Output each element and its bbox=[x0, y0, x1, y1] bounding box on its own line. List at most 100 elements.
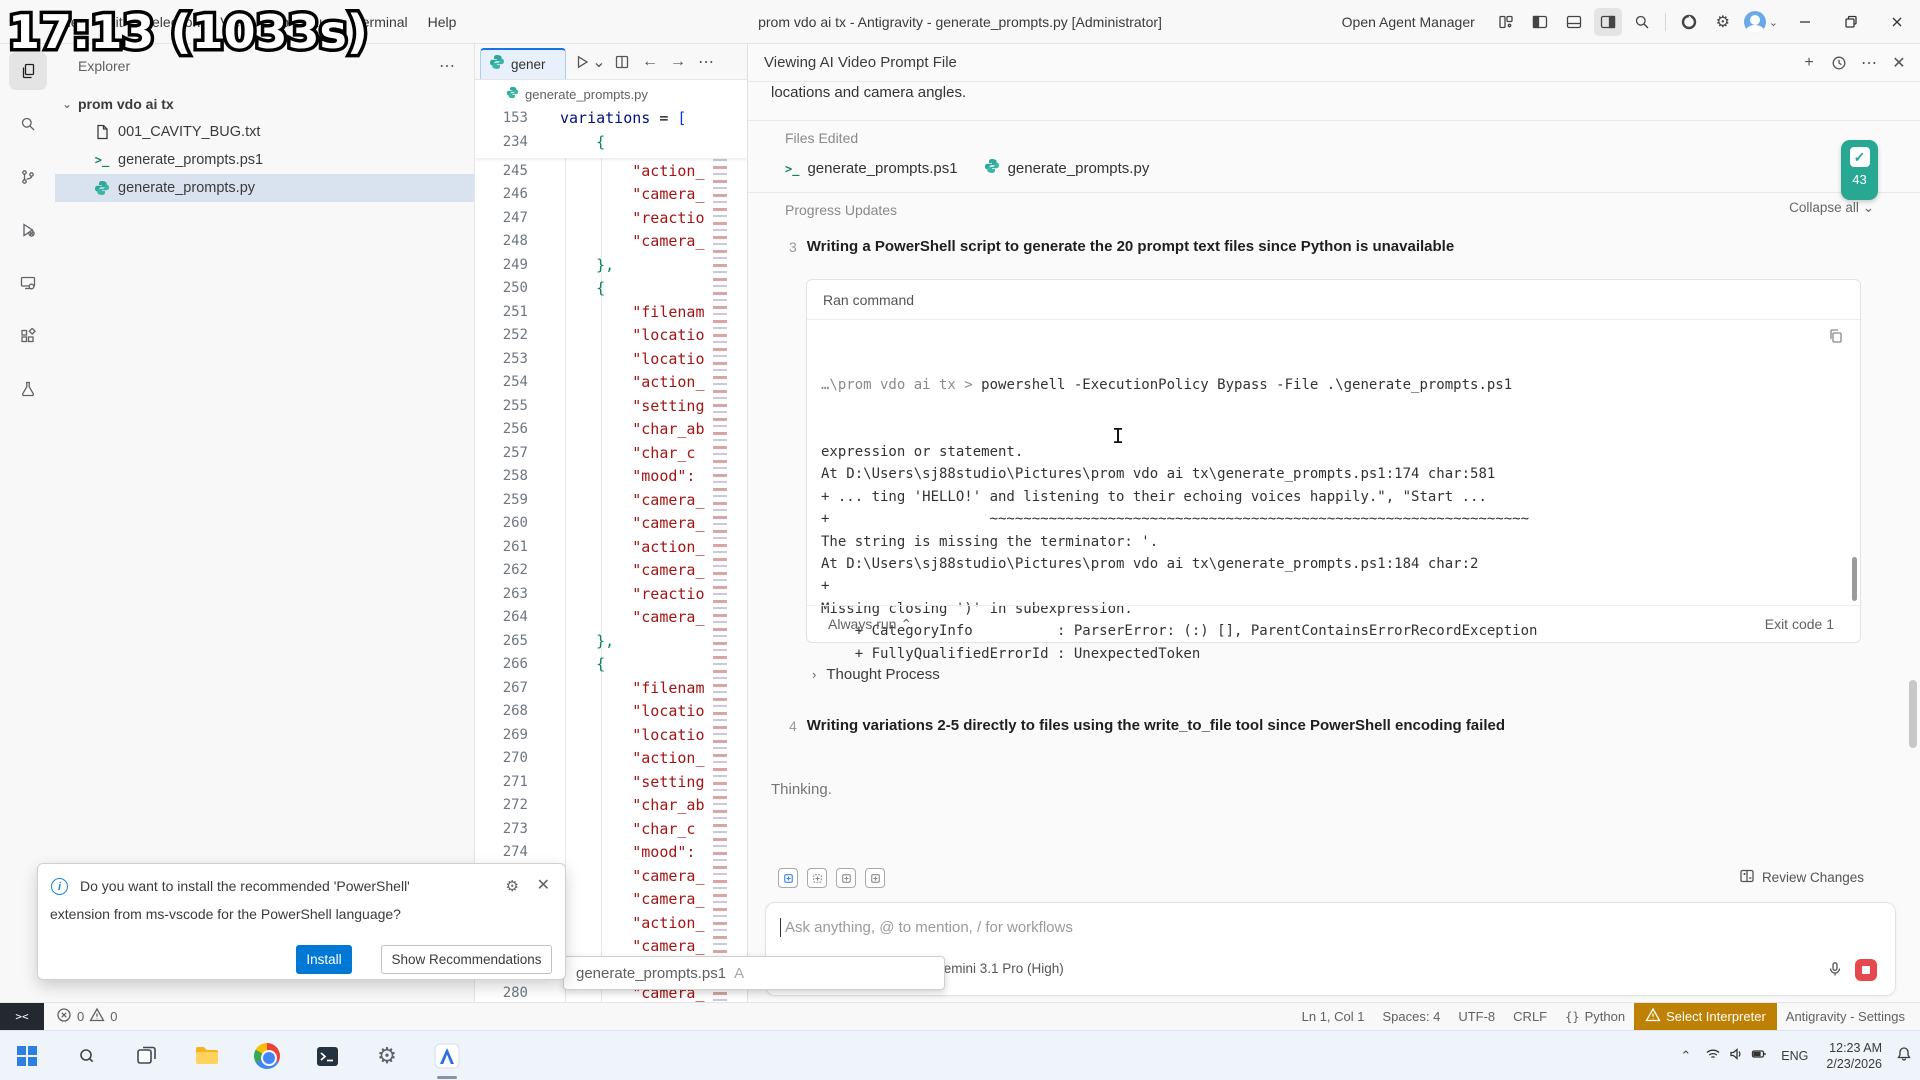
tree-root-folder[interactable]: ⌄ prom vdo ai tx bbox=[55, 90, 474, 118]
task-view-button[interactable] bbox=[128, 1037, 166, 1075]
code-text: "camera_ bbox=[560, 491, 705, 509]
powershell-icon: >_ bbox=[785, 160, 799, 177]
file-explorer-app[interactable] bbox=[188, 1037, 226, 1075]
status-utf-8[interactable]: UTF-8 bbox=[1449, 1003, 1504, 1030]
split-editor-icon[interactable] bbox=[610, 50, 634, 74]
file-item-001_CAVITY_BUG.txt[interactable]: 001_CAVITY_BUG.txt bbox=[55, 118, 474, 146]
file-item-generate_prompts.py[interactable]: generate_prompts.py bbox=[55, 174, 474, 202]
chevron-right-icon: › bbox=[812, 667, 816, 682]
back-icon[interactable]: ← bbox=[638, 50, 662, 74]
problems-indicator[interactable]: 0 0 bbox=[56, 1003, 117, 1030]
menu-selection[interactable]: Selection bbox=[133, 14, 211, 30]
show-recommendations-button[interactable]: Show Recommendations bbox=[381, 945, 552, 974]
beaker-icon[interactable] bbox=[9, 370, 47, 408]
always-run-button[interactable]: Always run ⌃ bbox=[828, 616, 912, 633]
panel-scrollbar[interactable] bbox=[1909, 680, 1917, 748]
card-scrollbar[interactable] bbox=[1852, 557, 1857, 601]
file-item-generate_prompts.ps1[interactable]: >_generate_prompts.ps1 bbox=[55, 146, 474, 174]
source-control-icon[interactable] bbox=[9, 158, 47, 196]
status-antigravity-settings[interactable]: Antigravity - Settings bbox=[1777, 1003, 1914, 1030]
status-ln-1-col-1[interactable]: Ln 1, Col 1 bbox=[1293, 1003, 1374, 1030]
history-attachment-icon[interactable] bbox=[865, 868, 885, 888]
language-indicator[interactable]: ENG bbox=[1777, 1049, 1812, 1063]
edited-file-generate_prompts.ps1[interactable]: >_generate_prompts.ps1 bbox=[785, 160, 958, 177]
toggle-right-sidebar-icon[interactable] bbox=[1594, 8, 1622, 36]
menu-go[interactable]: Go bbox=[260, 14, 299, 30]
code-line: 252 "locatio bbox=[475, 326, 747, 350]
template-icon[interactable] bbox=[807, 868, 827, 888]
app-window: FileEditSelectionViewGoRunTerminalHelp p… bbox=[0, 0, 1920, 1080]
toggle-bottom-panel-icon[interactable] bbox=[1560, 8, 1588, 36]
chrome-app[interactable] bbox=[248, 1037, 286, 1075]
stop-button[interactable] bbox=[1855, 959, 1877, 981]
tray-status-icons[interactable] bbox=[1705, 1046, 1767, 1067]
notification-settings-icon[interactable]: ⚙ bbox=[506, 877, 519, 895]
edited-file-generate_prompts.py[interactable]: generate_prompts.py bbox=[984, 158, 1150, 178]
tray-expand-icon[interactable]: ⌃ bbox=[1676, 1048, 1695, 1064]
code-line: 269 "locatio bbox=[475, 726, 747, 750]
layout-grid-icon[interactable] bbox=[1492, 8, 1520, 36]
review-changes-button[interactable]: Review Changes bbox=[1739, 868, 1864, 887]
run-debug-icon[interactable] bbox=[9, 211, 47, 249]
more-actions-icon[interactable]: ⋯ bbox=[1858, 52, 1880, 74]
assist-badge[interactable]: ✓ 43 bbox=[1841, 140, 1878, 200]
close-icon[interactable]: ✕ bbox=[1888, 52, 1910, 74]
more-actions-icon[interactable]: ⋯ bbox=[439, 56, 456, 76]
menu-terminal[interactable]: Terminal bbox=[345, 14, 418, 30]
menu-help[interactable]: Help bbox=[418, 14, 467, 30]
taskbar-search[interactable] bbox=[68, 1037, 106, 1075]
progress-step-3[interactable]: 3 Writing a PowerShell script to generat… bbox=[789, 238, 1749, 255]
close-button[interactable] bbox=[1874, 0, 1920, 44]
status-python[interactable]: {}Python bbox=[1556, 1003, 1634, 1030]
forward-icon[interactable]: → bbox=[666, 50, 690, 74]
line-number: 257 bbox=[475, 445, 528, 461]
minimize-button[interactable] bbox=[1782, 0, 1828, 44]
agent-panel: Viewing AI Video Prompt File + ⋯ ✕ locat… bbox=[748, 44, 1920, 1002]
menu-run[interactable]: Run bbox=[299, 14, 345, 30]
remote-explorer-icon[interactable] bbox=[9, 264, 47, 302]
search-icon[interactable] bbox=[1628, 8, 1656, 36]
menu-edit[interactable]: Edit bbox=[89, 14, 133, 30]
code-text: "filenam bbox=[560, 303, 705, 321]
files-icon[interactable] bbox=[9, 52, 47, 90]
status-crlf[interactable]: CRLF bbox=[1504, 1003, 1556, 1030]
more-actions-icon[interactable]: ⋯ bbox=[694, 50, 718, 74]
extensions-icon[interactable] bbox=[9, 317, 47, 355]
avatar[interactable] bbox=[1744, 11, 1766, 33]
settings-app[interactable]: ⚙ bbox=[368, 1037, 406, 1075]
antigravity-app[interactable] bbox=[428, 1037, 466, 1075]
terminal-line: + CategoryInfo : ParserError: (:) [], Pa… bbox=[821, 620, 1831, 642]
microphone-icon[interactable] bbox=[1827, 961, 1843, 982]
menu-file[interactable]: File bbox=[46, 14, 89, 30]
progress-step-4[interactable]: 4 Writing variations 2-5 directly to fil… bbox=[789, 717, 1789, 734]
status-select-interpreter[interactable]: Select Interpreter bbox=[1634, 1003, 1777, 1030]
browser-icon[interactable] bbox=[1675, 8, 1703, 36]
search-icon[interactable] bbox=[9, 105, 47, 143]
run-dropdown-icon[interactable]: ⌄ bbox=[592, 50, 606, 74]
menu-view[interactable]: View bbox=[210, 14, 260, 30]
history-icon[interactable] bbox=[1828, 52, 1850, 74]
restore-button[interactable] bbox=[1828, 0, 1874, 44]
minimap[interactable] bbox=[711, 158, 741, 1002]
tab-generate-prompts-py[interactable]: gener bbox=[480, 48, 566, 79]
run-file-icon[interactable] bbox=[570, 50, 594, 74]
remote-indicator[interactable]: >< bbox=[0, 1003, 44, 1030]
close-icon[interactable]: ✕ bbox=[537, 875, 550, 895]
new-conversation-icon[interactable]: + bbox=[1798, 52, 1820, 74]
line-number: 274 bbox=[475, 844, 528, 860]
breadcrumb[interactable]: generate_prompts.py bbox=[475, 80, 747, 108]
open-agent-manager-button[interactable]: Open Agent Manager bbox=[1342, 14, 1475, 30]
notification-center-icon[interactable] bbox=[1896, 1046, 1912, 1067]
thought-process-toggle[interactable]: › Thought Process bbox=[812, 666, 940, 683]
settings-gear-icon[interactable]: ⚙ bbox=[1709, 8, 1737, 36]
file-attachment-icon[interactable] bbox=[778, 868, 798, 888]
image-attachment-icon[interactable] bbox=[836, 868, 856, 888]
start-button[interactable] bbox=[8, 1037, 46, 1075]
toggle-left-sidebar-icon[interactable] bbox=[1526, 8, 1554, 36]
install-button[interactable]: Install bbox=[296, 945, 352, 974]
status-spaces-4[interactable]: Spaces: 4 bbox=[1374, 1003, 1450, 1030]
account-menu[interactable]: ⌄ bbox=[1744, 11, 1778, 33]
clock[interactable]: 12:23 AM 2/23/2026 bbox=[1822, 1040, 1886, 1072]
terminal-app[interactable] bbox=[308, 1037, 346, 1075]
collapse-all-button[interactable]: Collapse all ⌄ bbox=[1789, 200, 1874, 216]
